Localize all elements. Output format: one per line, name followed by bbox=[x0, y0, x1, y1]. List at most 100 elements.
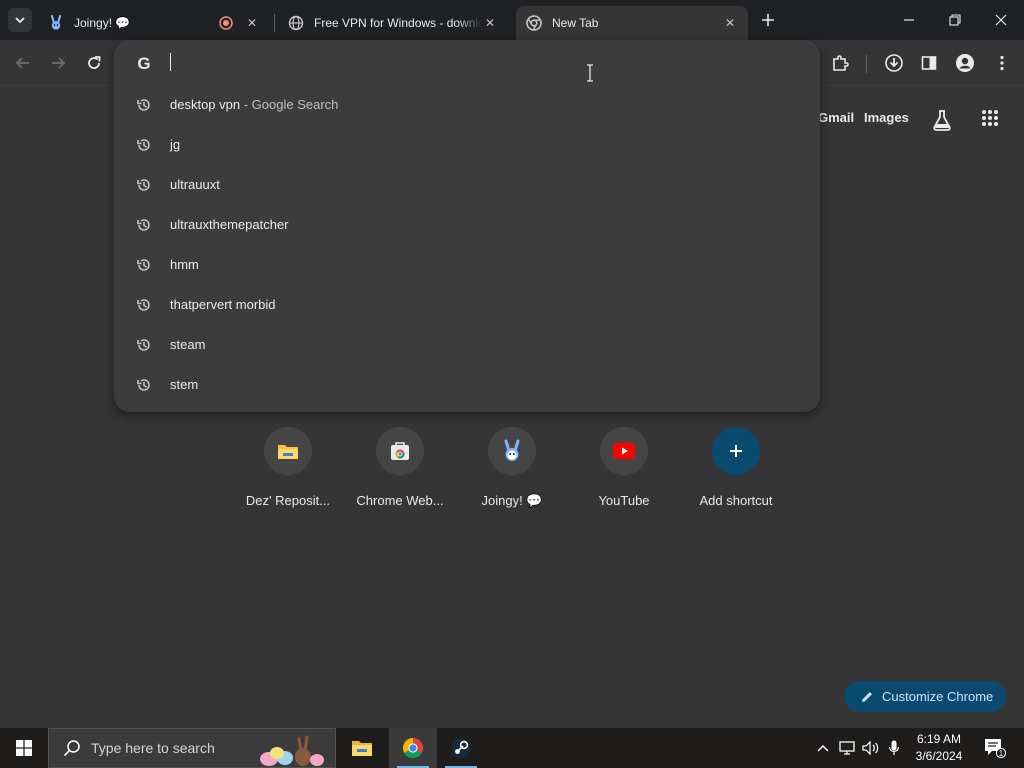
labs-button[interactable] bbox=[928, 106, 956, 134]
kebab-menu-icon bbox=[1000, 55, 1004, 71]
arrow-left-icon bbox=[15, 57, 29, 69]
shortcut-tile bbox=[264, 427, 312, 475]
suggestion-text: stem bbox=[170, 377, 199, 392]
taskbar-search-box[interactable]: Type here to search bbox=[48, 728, 336, 768]
suggestion-item[interactable]: ultrauuxt bbox=[114, 165, 820, 205]
shortcut-label: YouTube bbox=[598, 493, 650, 508]
shortcut-label: Add shortcut bbox=[699, 493, 773, 508]
suggestion-item[interactable]: steam bbox=[114, 325, 820, 365]
start-button[interactable] bbox=[0, 728, 48, 768]
taskbar-steam[interactable] bbox=[437, 728, 485, 768]
add-shortcut[interactable]: Add shortcut bbox=[680, 427, 792, 508]
shortcuts-grid: Dez' Reposit... Chrome Web... Joingy! 💬 … bbox=[230, 427, 790, 517]
chrome-web-store-icon bbox=[391, 442, 409, 460]
suggestion-item[interactable]: hmm bbox=[114, 245, 820, 285]
steam-icon bbox=[451, 738, 471, 758]
text-caret bbox=[170, 53, 171, 71]
search-highlight-easter-icon bbox=[260, 735, 324, 766]
joingy-bunny-icon bbox=[504, 439, 520, 461]
recording-icon bbox=[218, 15, 234, 31]
shortcut-dez-repository[interactable]: Dez' Reposit... bbox=[232, 427, 344, 508]
tab-close-icon[interactable]: ✕ bbox=[722, 15, 738, 31]
restore-icon bbox=[949, 14, 961, 26]
suggestion-item[interactable]: stem bbox=[114, 365, 820, 405]
customize-chrome-button[interactable]: Customize Chrome bbox=[844, 681, 1006, 712]
tab-new-tab[interactable]: New Tab ✕ bbox=[516, 6, 748, 40]
shortcut-tile bbox=[376, 427, 424, 475]
search-icon bbox=[63, 739, 81, 757]
forward-button[interactable] bbox=[43, 48, 73, 78]
history-icon bbox=[137, 219, 150, 231]
flask-icon bbox=[933, 110, 951, 131]
minimize-button[interactable] bbox=[886, 0, 932, 40]
menu-button[interactable] bbox=[987, 48, 1017, 78]
windows-logo-icon bbox=[16, 740, 32, 756]
reload-button[interactable] bbox=[79, 48, 109, 78]
joingy-bunny-icon bbox=[48, 15, 64, 31]
suggestion-text: jg bbox=[170, 137, 181, 152]
apps-grid-icon bbox=[982, 110, 998, 126]
search-placeholder: Type here to search bbox=[91, 740, 215, 756]
download-icon bbox=[885, 54, 903, 72]
volume-tray-icon[interactable] bbox=[860, 728, 882, 768]
suggestion-item[interactable]: desktop vpn - Google Search bbox=[114, 85, 820, 125]
images-link[interactable]: Images bbox=[864, 110, 909, 125]
suggestion-item[interactable]: jg bbox=[114, 125, 820, 165]
taskbar-chrome[interactable] bbox=[389, 728, 437, 768]
microphone-tray-icon[interactable] bbox=[884, 728, 904, 768]
puzzle-icon bbox=[833, 55, 849, 71]
tab-close-icon[interactable]: ✕ bbox=[482, 15, 498, 31]
history-icon bbox=[137, 259, 150, 271]
taskbar-clock[interactable]: 6:19 AM 3/6/2024 bbox=[906, 731, 972, 765]
shortcut-chrome-web-store[interactable]: Chrome Web... bbox=[344, 427, 456, 508]
back-button[interactable] bbox=[8, 48, 38, 78]
suggestion-text: ultrauxthemepatcher bbox=[170, 217, 289, 232]
arrow-right-icon bbox=[52, 57, 66, 69]
shortcut-youtube[interactable]: YouTube bbox=[568, 427, 680, 508]
shortcut-tile bbox=[712, 427, 760, 475]
plus-icon bbox=[762, 14, 774, 26]
customize-label: Customize Chrome bbox=[882, 689, 994, 704]
new-tab-button[interactable] bbox=[756, 8, 780, 32]
extensions-button[interactable] bbox=[825, 48, 855, 78]
restore-button[interactable] bbox=[932, 0, 978, 40]
tab-search-button[interactable] bbox=[8, 8, 32, 32]
clock-time: 6:19 AM bbox=[916, 732, 962, 746]
tab-title: Joingy! 💬 bbox=[74, 16, 131, 30]
history-icon bbox=[137, 179, 150, 191]
history-icon bbox=[137, 99, 150, 111]
tab-title: New Tab bbox=[552, 16, 599, 30]
tab-joingy[interactable]: Joingy! 💬 ✕ bbox=[38, 6, 270, 40]
notification-icon: 1 bbox=[985, 739, 1006, 758]
tab-close-icon[interactable]: ✕ bbox=[244, 15, 260, 31]
profile-button[interactable] bbox=[950, 48, 980, 78]
suggestion-item[interactable]: thatpervert morbid bbox=[114, 285, 820, 325]
network-tray-icon[interactable] bbox=[836, 728, 858, 768]
tab-free-vpn[interactable]: Free VPN for Windows - download ✕ bbox=[278, 6, 508, 40]
minimize-icon bbox=[904, 19, 914, 21]
side-panel-icon bbox=[921, 56, 937, 70]
side-panel-button[interactable] bbox=[914, 48, 944, 78]
apps-button[interactable] bbox=[976, 104, 1004, 132]
microphone-icon bbox=[888, 740, 900, 755]
gmail-link[interactable]: Gmail bbox=[818, 110, 854, 125]
suggestion-subtext: - Google Search bbox=[240, 97, 339, 112]
chevron-down-icon bbox=[15, 17, 25, 24]
omnibox-dropdown: G desktop vpn - Google Search jg ultrauu… bbox=[114, 40, 820, 412]
notification-count: 1 bbox=[999, 749, 1004, 758]
downloads-button[interactable] bbox=[879, 48, 909, 78]
action-center-button[interactable]: 1 bbox=[978, 728, 1012, 768]
history-icon bbox=[137, 339, 150, 351]
taskbar-file-explorer[interactable] bbox=[338, 728, 386, 768]
shortcut-joingy[interactable]: Joingy! 💬 bbox=[456, 427, 568, 509]
omnibox-input[interactable] bbox=[172, 50, 772, 76]
chrome-icon bbox=[526, 15, 542, 31]
suggestion-text: thatpervert morbid bbox=[170, 297, 276, 312]
close-window-button[interactable] bbox=[978, 0, 1024, 40]
show-hidden-icons[interactable] bbox=[814, 728, 832, 768]
toolbar-separator bbox=[866, 55, 867, 73]
suggestion-item[interactable]: ultrauxthemepatcher bbox=[114, 205, 820, 245]
suggestion-text: hmm bbox=[170, 257, 199, 272]
history-icon bbox=[137, 379, 150, 391]
youtube-icon bbox=[613, 443, 635, 459]
